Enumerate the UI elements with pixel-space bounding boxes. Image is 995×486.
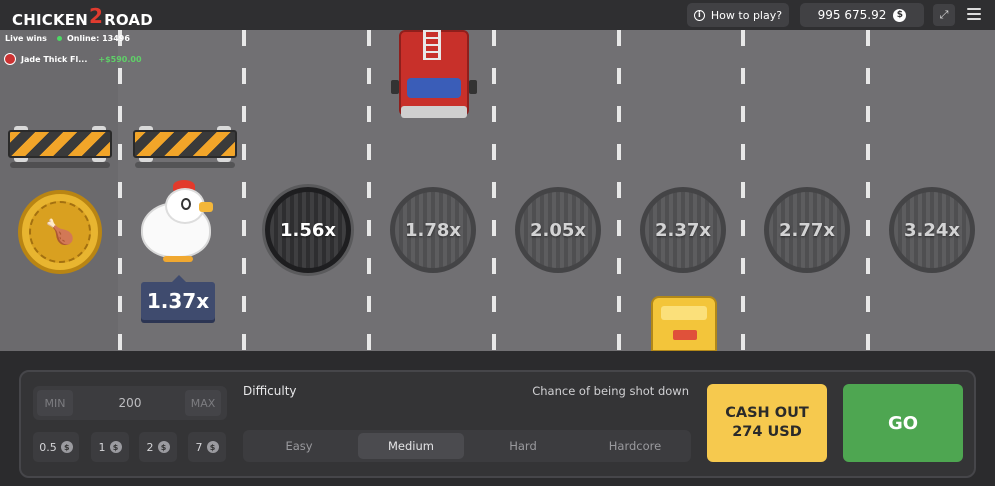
coin-icon: $ <box>60 441 73 453</box>
menu-icon-line <box>967 18 981 20</box>
quick-bet-button[interactable]: 1 $ <box>91 432 129 462</box>
barrier-beam <box>133 130 237 158</box>
quick-bet-button[interactable]: 7 $ <box>188 432 226 462</box>
cash-out-label: CASH OUT <box>725 405 809 421</box>
top-bar: CHICKEN2ROAD i How to play? 995 675.92 $… <box>0 0 995 30</box>
truck-windshield <box>407 78 461 98</box>
roast-chicken-coin-icon: 🍗 <box>18 190 102 274</box>
cash-out-button[interactable]: CASH OUT 274 USD <box>707 384 827 462</box>
chicken-feet <box>163 256 193 262</box>
lane-multiplier-6: 3.24x <box>889 187 975 273</box>
barrier-beam <box>8 130 112 158</box>
current-multiplier: 1.37x <box>141 275 215 320</box>
chicken-eye <box>181 198 191 210</box>
game-screen: CHICKEN2ROAD i How to play? 995 675.92 $… <box>0 0 995 486</box>
difficulty-hard[interactable]: Hard <box>470 433 576 459</box>
barrier-shadow <box>135 162 235 168</box>
road: Live wins Online: 13496 Jade Thick Fl...… <box>0 30 995 352</box>
logo-left: CHICKEN <box>12 11 88 29</box>
lane-divider <box>367 30 371 351</box>
min-bet-button[interactable]: MIN <box>37 390 73 416</box>
go-button[interactable]: GO <box>843 384 963 462</box>
menu-icon-line <box>967 13 981 15</box>
lane-divider <box>242 30 246 351</box>
roast-chicken-icon: 🍗 <box>29 201 91 263</box>
lane-multiplier-1[interactable]: 1.56x <box>265 187 351 273</box>
max-bet-button[interactable]: MAX <box>185 390 221 416</box>
barrier <box>133 126 237 168</box>
online-text: Online: 13496 <box>67 34 130 43</box>
coin-icon: $ <box>109 441 122 453</box>
logo-right: ROAD <box>104 11 153 29</box>
info-icon: i <box>693 9 705 21</box>
bet-amount-input[interactable]: 200 <box>93 386 167 420</box>
lane-multiplier-label: 3.24x <box>903 219 961 241</box>
online-dot <box>57 36 62 41</box>
taxi-roof <box>661 306 707 320</box>
lane-multiplier-label: 2.77x <box>778 219 836 241</box>
difficulty-label: Difficulty <box>243 384 297 398</box>
control-panel: MIN 200 MAX 0.5 $ 1 $ 2 $ 7 $ Difficulty Cha… <box>0 351 995 486</box>
lane-multiplier-2: 1.78x <box>390 187 476 273</box>
quick-bet-label: 1 <box>98 440 106 454</box>
live-wins-label: Live wins <box>5 34 47 43</box>
fire-truck <box>391 30 477 120</box>
logo-mid: 2 <box>88 4 104 28</box>
lane-divider <box>866 30 870 351</box>
balance-display: 995 675.92 $ <box>800 3 924 27</box>
control-panel-inner: MIN 200 MAX 0.5 $ 1 $ 2 $ 7 $ Difficulty Cha… <box>19 370 976 478</box>
quick-bet-label: 7 <box>195 440 203 454</box>
barrier-shadow <box>10 162 110 168</box>
quick-bet-button[interactable]: 0.5 $ <box>33 432 79 462</box>
chance-label: Chance of being shot down <box>532 384 689 398</box>
menu-button[interactable] <box>966 6 982 22</box>
lane-multiplier-3: 2.05x <box>515 187 601 273</box>
fullscreen-button[interactable]: ⤢ <box>933 4 955 26</box>
difficulty-selector: Easy Medium Hard Hardcore <box>243 430 691 462</box>
coin-icon: $ <box>157 441 170 453</box>
lane-divider <box>741 30 745 351</box>
difficulty-medium[interactable]: Medium <box>358 433 464 459</box>
truck-bumper <box>401 106 467 118</box>
cash-out-amount: 274 USD <box>732 424 802 440</box>
lane-divider <box>617 30 621 351</box>
barrier <box>8 126 112 168</box>
coin-icon: $ <box>893 8 907 22</box>
lane-divider <box>492 30 496 351</box>
win-amount: +$590.00 <box>98 54 142 64</box>
chicken-player <box>137 180 217 264</box>
logo: CHICKEN2ROAD <box>12 4 153 30</box>
lane-multiplier-label: 2.37x <box>654 219 712 241</box>
truck-mirror <box>391 80 399 94</box>
truck-mirror <box>469 80 477 94</box>
lane-multiplier-label: 2.05x <box>529 219 587 241</box>
taxi-car <box>651 296 717 352</box>
difficulty-easy[interactable]: Easy <box>246 433 352 459</box>
fullscreen-icon: ⤢ <box>939 8 949 21</box>
lane-multiplier-label: 1.78x <box>404 219 462 241</box>
quick-bet-button[interactable]: 2 $ <box>139 432 177 462</box>
lane-multiplier-4: 2.37x <box>640 187 726 273</box>
truck-ladder <box>423 30 441 60</box>
recent-win: Jade Thick Fl... +$590.00 <box>4 53 142 65</box>
lane-multiplier-label: 1.56x <box>279 219 337 241</box>
balance-value: 995 675.92 <box>817 8 887 22</box>
difficulty-hardcore[interactable]: Hardcore <box>582 433 688 459</box>
online-count: Online: 13496 <box>57 34 130 43</box>
lane-divider <box>118 30 122 351</box>
bet-amount-field: MIN 200 MAX <box>33 386 227 420</box>
quick-bet-label: 2 <box>146 440 154 454</box>
avatar <box>4 53 16 65</box>
how-to-play-label: How to play? <box>710 8 783 22</box>
chicken-beak <box>199 202 213 212</box>
coin-icon: $ <box>206 441 219 453</box>
lane-multiplier-5: 2.77x <box>764 187 850 273</box>
menu-icon-line <box>967 8 981 10</box>
how-to-play-button[interactable]: i How to play? <box>687 3 789 27</box>
taxi-sign <box>673 330 697 340</box>
win-player: Jade Thick Fl... <box>21 54 88 64</box>
quick-bet-label: 0.5 <box>39 440 57 454</box>
